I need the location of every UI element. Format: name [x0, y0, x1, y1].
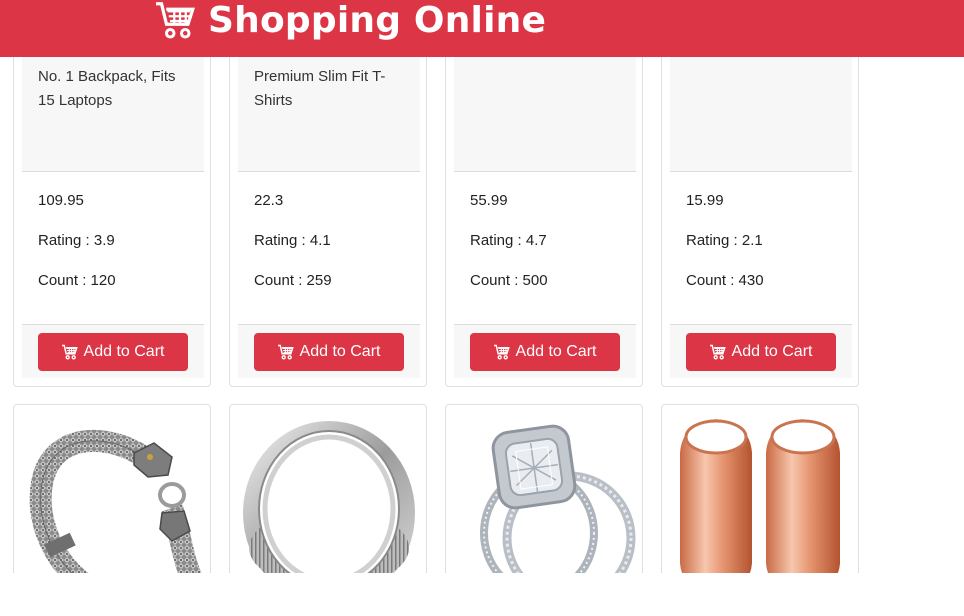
- silver-ring-image[interactable]: [238, 413, 420, 573]
- cart-icon: [277, 344, 294, 360]
- product-rating: Rating : 2.1: [686, 232, 763, 249]
- silver-dragon-bracelet-image[interactable]: [22, 413, 204, 573]
- card-footer: Add to Cart: [238, 324, 420, 378]
- product-card: [661, 404, 859, 573]
- diamond-ring-set-image[interactable]: [454, 413, 636, 573]
- card-footer: Add to Cart: [454, 324, 636, 378]
- brand[interactable]: Shopping Online: [156, 0, 546, 44]
- add-to-cart-label: Add to Cart: [731, 343, 813, 360]
- card-footer: Add to Cart: [22, 324, 204, 378]
- product-card: 15.99 Rating : 2.1 Count : 430 Add to Ca…: [661, 20, 859, 387]
- add-to-cart-button[interactable]: Add to Cart: [686, 333, 836, 371]
- product-card: 55.99 Rating : 4.7 Count : 500 Add to Ca…: [445, 20, 643, 387]
- product-price: 15.99: [686, 192, 724, 209]
- product-count: Count : 500: [470, 272, 548, 289]
- product-card: Premium Slim Fit T-Shirts 22.3 Rating : …: [229, 20, 427, 387]
- product-count: Count : 120: [38, 272, 116, 289]
- add-to-cart-button[interactable]: Add to Cart: [470, 333, 620, 371]
- product-card: [229, 404, 427, 573]
- product-card: No. 1 Backpack, Fits 15 Laptops 109.95 R…: [13, 20, 211, 387]
- site-title: Shopping Online: [208, 0, 547, 41]
- product-rating: Rating : 4.7: [470, 232, 547, 249]
- rose-gold-tunnel-plugs-image[interactable]: [670, 413, 852, 573]
- cart-icon: [493, 344, 510, 360]
- product-price: 109.95: [38, 192, 84, 209]
- product-rating: Rating : 4.1: [254, 232, 331, 249]
- product-count: Count : 430: [686, 272, 764, 289]
- card-footer: Add to Cart: [670, 324, 852, 378]
- product-price: 22.3: [254, 192, 284, 209]
- product-title: No. 1 Backpack, Fits 15 Laptops: [38, 68, 176, 109]
- add-to-cart-label: Add to Cart: [299, 343, 381, 360]
- product-count: Count : 259: [254, 272, 332, 289]
- cart-icon: [61, 344, 78, 360]
- add-to-cart-label: Add to Cart: [515, 343, 597, 360]
- cart-icon: [156, 0, 196, 40]
- add-to-cart-button[interactable]: Add to Cart: [38, 333, 188, 371]
- cart-icon: [709, 344, 726, 360]
- product-grid: No. 1 Backpack, Fits 15 Laptops 109.95 R…: [0, 0, 964, 573]
- product-card: [13, 404, 211, 573]
- app-header: Shopping Online: [0, 0, 964, 57]
- add-to-cart-label: Add to Cart: [83, 343, 165, 360]
- product-price: 55.99: [470, 192, 508, 209]
- product-rating: Rating : 3.9: [38, 232, 115, 249]
- add-to-cart-button[interactable]: Add to Cart: [254, 333, 404, 371]
- product-title: Premium Slim Fit T-Shirts: [254, 68, 386, 109]
- product-card: [445, 404, 643, 573]
